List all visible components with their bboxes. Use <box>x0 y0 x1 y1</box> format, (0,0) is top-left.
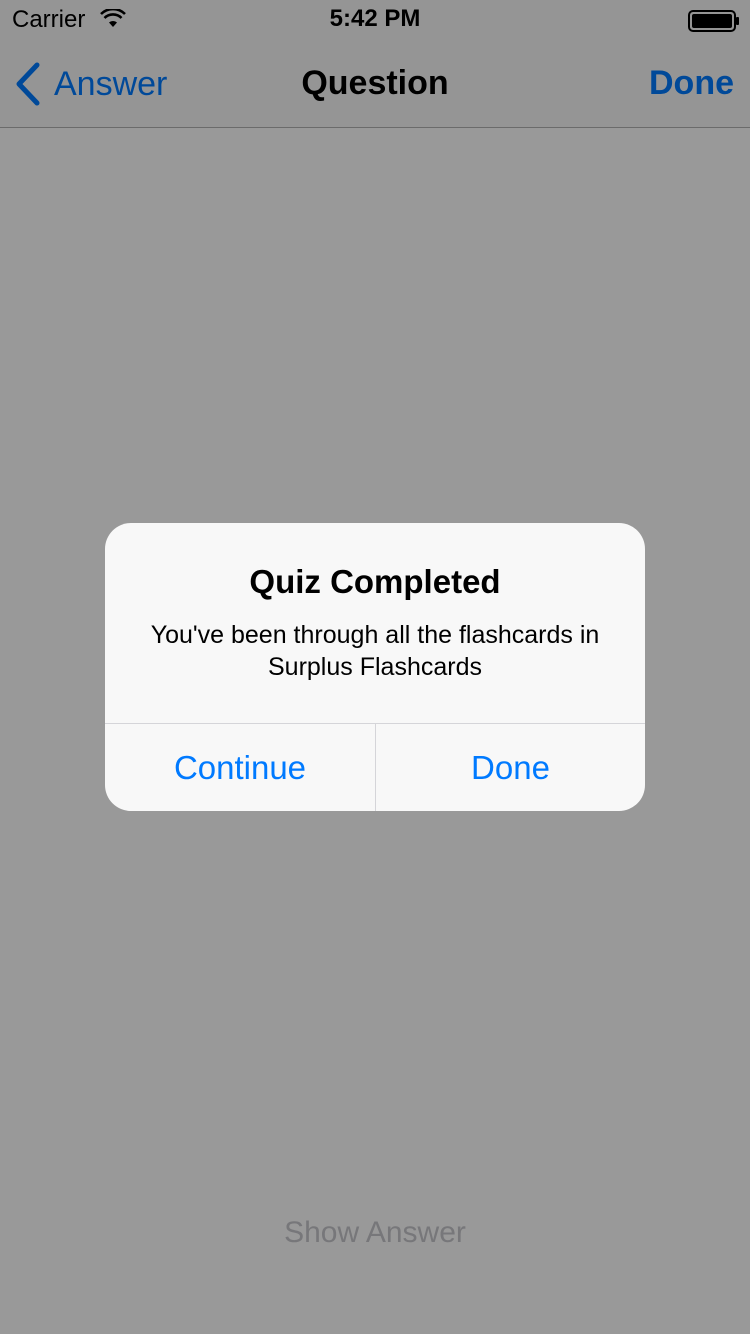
quiz-completed-alert: Quiz Completed You've been through all t… <box>105 523 645 811</box>
alert-done-button[interactable]: Done <box>376 724 645 811</box>
alert-title: Quiz Completed <box>249 563 501 600</box>
alert-message: You've been through all the flashcards i… <box>150 621 600 681</box>
continue-button[interactable]: Continue <box>105 724 375 811</box>
